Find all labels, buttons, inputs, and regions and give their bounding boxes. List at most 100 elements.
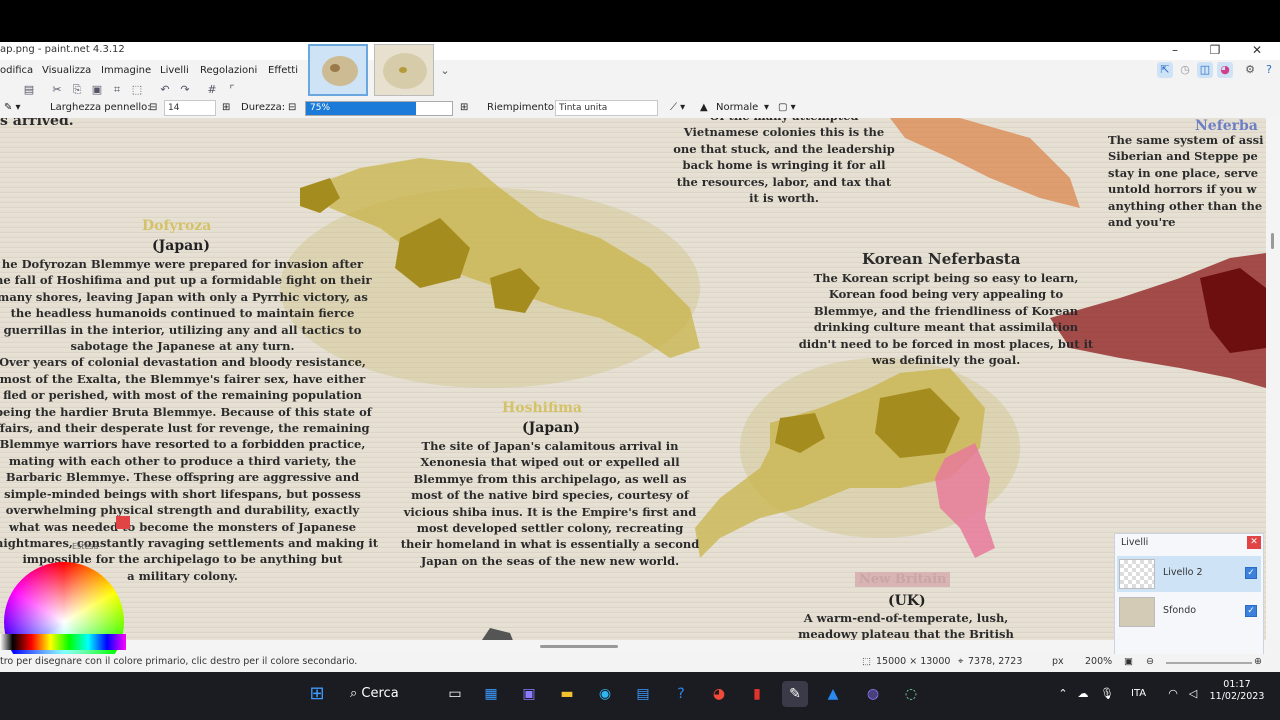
zoom-out-icon[interactable]: ⊖ (1146, 656, 1154, 667)
vertical-scrollbar[interactable] (1266, 118, 1280, 640)
menu-visualizza[interactable]: Visualizza (42, 65, 91, 76)
ruler-icon[interactable]: ⌜ (225, 83, 239, 97)
blend-dropdown-icon[interactable]: ▾ (764, 102, 769, 113)
copy-icon[interactable]: ⎘ (70, 83, 84, 97)
deselect-icon[interactable]: ⬚ (130, 83, 144, 97)
maximize-icon[interactable]: ❐ (1200, 42, 1230, 60)
description-line: meadowy plateau that the British (798, 627, 1014, 640)
description-line: Blemmye from this archipelago, as well a… (413, 471, 687, 486)
layer-visibility-checkbox[interactable]: ✓ (1245, 567, 1257, 579)
help-app-icon[interactable]: ? (668, 681, 694, 707)
brush-width-label: Larghezza pennello: (50, 102, 151, 113)
brush-tool-icon[interactable]: ✎ ▾ (4, 102, 21, 113)
media-app-icon[interactable]: ▮ (744, 681, 770, 707)
image-tab-active[interactable] (308, 44, 368, 96)
grid-icon[interactable]: # (205, 83, 219, 97)
colors-mode-label[interactable]: Estesa (72, 542, 98, 551)
tab-dropdown-icon[interactable]: ⌄ (438, 64, 452, 78)
widgets-icon[interactable]: ▦ (478, 681, 504, 707)
paint-net-window: ap.png - paint.net 4.3.12 – ❐ ✕ odifica … (0, 42, 1280, 672)
hardness-slider[interactable]: 75% (305, 101, 453, 116)
menu-regolazioni[interactable]: Regolazioni (200, 65, 257, 76)
discord-icon[interactable]: ◍ (860, 681, 886, 707)
cut-icon[interactable]: ✂ (50, 83, 64, 97)
task-view-icon[interactable]: ▭ (442, 681, 468, 707)
clock-date[interactable]: 11/02/2023 (1207, 691, 1267, 702)
start-icon[interactable]: ⊞ (304, 681, 330, 707)
color-palette[interactable] (0, 634, 126, 650)
input-language[interactable]: ITA (1131, 688, 1146, 699)
image-tab[interactable] (374, 44, 434, 96)
history-icon[interactable]: ◷ (1177, 62, 1193, 78)
fill-select[interactable]: Tinta unita (555, 100, 658, 116)
photos-icon[interactable]: ▲ (820, 681, 846, 707)
menu-livelli[interactable]: Livelli (160, 65, 189, 76)
decrease-icon[interactable]: ⊟ (149, 102, 157, 113)
description-line: Blemmye warriors have resorted to a forb… (0, 437, 366, 452)
zoom-slider[interactable] (1166, 662, 1252, 664)
colors-close-icon[interactable] (116, 516, 130, 529)
layer-thumbnail (1119, 559, 1155, 589)
paint-net-taskbar-icon[interactable]: ✎ (782, 681, 808, 707)
brush-width-field[interactable]: 14 (164, 100, 216, 116)
undo-icon[interactable]: ↶ (158, 83, 172, 97)
description-line: sabotage the Japanese at any turn. (70, 339, 295, 354)
description-line: untold horrors if you w (1108, 182, 1257, 197)
vertical-scroll-thumb[interactable] (1271, 233, 1274, 249)
taskbar-search[interactable]: ⌕ Cerca (350, 680, 430, 708)
hardness-increase-icon[interactable]: ⊞ (460, 102, 468, 113)
menu-immagine[interactable]: Immagine (101, 65, 151, 76)
new-britain-country: (UK) (888, 593, 926, 609)
neferbasta-description: The same system of assi Siberian and Step… (1108, 132, 1266, 230)
layer-visibility-checkbox[interactable]: ✓ (1245, 605, 1257, 617)
crop-icon[interactable]: ⌗ (110, 83, 124, 97)
close-icon[interactable]: ✕ (1242, 42, 1272, 60)
unit-select[interactable]: px (1052, 656, 1064, 667)
dofyroza-country: (Japan) (152, 238, 210, 254)
menu-modifica[interactable]: odifica (0, 65, 33, 76)
increase-icon[interactable]: ⊞ (222, 102, 230, 113)
layers-toggle-icon[interactable]: ◫ (1197, 62, 1213, 78)
layers-close-icon[interactable]: ✕ (1247, 536, 1261, 549)
tools-toggle-icon[interactable]: ⇱ (1157, 62, 1173, 78)
alpha-icon[interactable]: ▢ ▾ (778, 102, 796, 113)
zoom-in-icon[interactable]: ⊕ (1254, 656, 1262, 667)
top-left-text: s arrived. (0, 118, 74, 129)
onedrive-icon[interactable]: ☁ (1070, 681, 1096, 707)
zoom-value[interactable]: 200% (1085, 656, 1112, 667)
volume-icon[interactable]: ◁ (1180, 681, 1206, 707)
file-explorer-icon[interactable]: ▬ (554, 681, 580, 707)
blend-mode-select[interactable]: Normale (716, 102, 758, 113)
clock-time[interactable]: 01:17 (1212, 679, 1262, 690)
windows-taskbar: ⊞ ⌕ Cerca ▭ ▦ ▣ ▬ ◉ ▤ ? ◕ ▮ ✎ ▲ ◍ ◌ ⌃ ☁ … (0, 672, 1280, 720)
image-canvas[interactable]: s arrived. Dofyroza (Japan) he Dofyrozan… (0, 118, 1266, 640)
antialias-icon[interactable]: ⟋ ▾ (670, 102, 685, 113)
menu-effetti[interactable]: Effetti (268, 65, 298, 76)
help-icon[interactable]: ? (1261, 62, 1277, 78)
description-line: it is worth. (749, 191, 819, 206)
obs-icon[interactable]: ◌ (898, 681, 924, 707)
image-size: 15000 × 13000 (876, 656, 951, 667)
layer-row[interactable]: Livello 2 ✓ (1117, 556, 1261, 592)
minimize-icon[interactable]: – (1160, 42, 1190, 60)
horizontal-scroll-thumb[interactable] (540, 645, 618, 648)
description-line: vicious shiba inus. It is the Empire's f… (403, 504, 697, 519)
edge-icon[interactable]: ◉ (592, 681, 618, 707)
hoshifima-title: Hoshifima (502, 400, 583, 416)
open-icon[interactable]: ▤ (22, 83, 36, 97)
paste-icon[interactable]: ▣ (90, 83, 104, 97)
store-icon[interactable]: ▤ (630, 681, 656, 707)
description-line: Blemmye, and the friendliness of Korean (813, 303, 1079, 318)
hardness-decrease-icon[interactable]: ⊟ (288, 102, 296, 113)
fit-window-icon[interactable]: ▣ (1124, 656, 1133, 667)
chrome-icon[interactable]: ◕ (706, 681, 732, 707)
chat-icon[interactable]: ▣ (516, 681, 542, 707)
microphone-icon[interactable]: 🎙 (1094, 681, 1120, 707)
horizontal-scrollbar[interactable] (0, 640, 1266, 654)
redo-icon[interactable]: ↷ (178, 83, 192, 97)
description-line: most of the native bird species, courtes… (411, 488, 689, 503)
korean-description: The Korean script being so easy to learn… (798, 270, 1094, 368)
colors-toggle-icon[interactable]: ◕ (1217, 62, 1233, 78)
layer-row[interactable]: Sfondo ✓ (1117, 594, 1261, 630)
settings-icon[interactable]: ⚙ (1242, 62, 1258, 78)
